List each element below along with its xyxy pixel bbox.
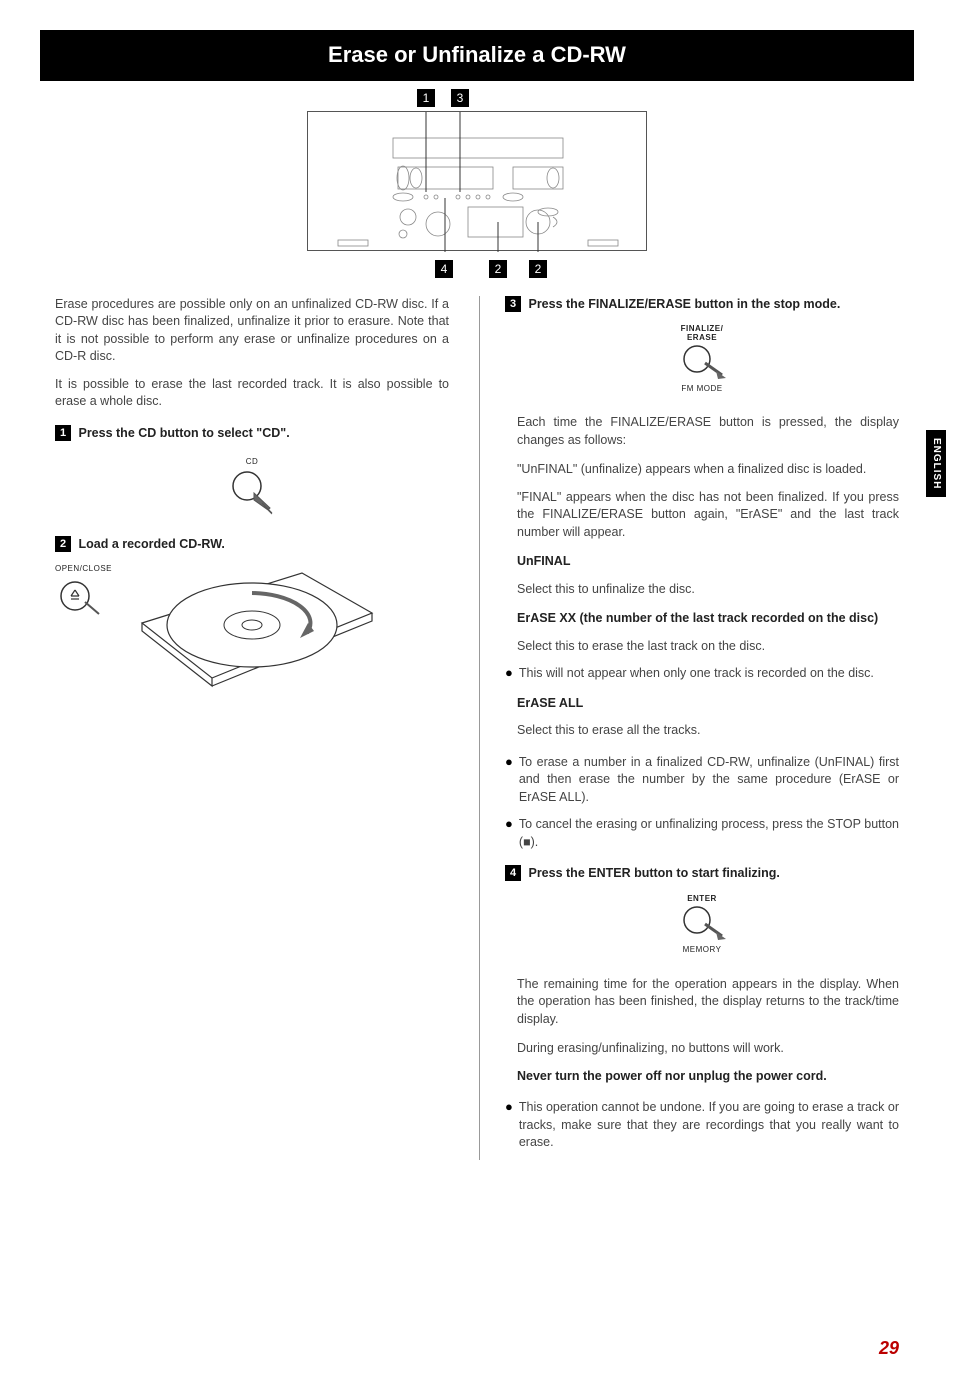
eraseall-desc: Select this to erase all the tracks.: [517, 722, 899, 740]
eject-button-icon: [55, 574, 105, 624]
eraseall-title: ErASE ALL: [517, 695, 899, 713]
step3-illus: FINALIZE/ ERASE FM MODE: [505, 323, 899, 396]
step4-p2: During erasing/unfinalizing, no buttons …: [517, 1040, 899, 1058]
left-column: Erase procedures are possible only on an…: [55, 296, 449, 1160]
finalize-button-icon: [672, 343, 732, 383]
enter-button-icon: [672, 904, 732, 944]
unfinal-desc: Select this to unfinalize the disc.: [517, 581, 899, 599]
step2-num: 2: [55, 536, 71, 552]
cd-button-icon: [222, 468, 282, 518]
disc-tray-icon: [122, 563, 382, 723]
step3-bullet1: To erase a number in a finalized CD-RW, …: [519, 754, 899, 807]
callout-3: 3: [451, 89, 469, 107]
erasexx-bullet: This will not appear when only one track…: [519, 665, 874, 683]
step3-title: Press the FINALIZE/ERASE button in the s…: [528, 297, 840, 311]
device-front-panel: [308, 112, 648, 252]
step4-bullet: This operation cannot be undone. If you …: [519, 1099, 899, 1152]
step2-illus: OPEN/CLOSE: [55, 563, 449, 723]
erasexx-desc: Select this to erase the last track on t…: [517, 638, 899, 656]
erasexx-title: ErASE XX (the number of the last track r…: [517, 610, 899, 628]
bullet-icon: ●: [505, 665, 513, 683]
step1-num: 1: [55, 425, 71, 441]
step2-title: Load a recorded CD-RW.: [78, 537, 224, 551]
step4-warn: Never turn the power off nor unplug the …: [517, 1068, 899, 1086]
step3-bullet2: To cancel the erasing or unfinalizing pr…: [519, 816, 899, 851]
step4-num: 4: [505, 865, 521, 881]
unfinal-title: UnFINAL: [517, 553, 899, 571]
step3-p2: "UnFINAL" (unfinalize) appears when a fi…: [517, 461, 899, 479]
bullet-icon: ●: [505, 816, 513, 851]
bullet-icon: ●: [505, 754, 513, 807]
page-title: Erase or Unfinalize a CD-RW: [40, 30, 914, 81]
intro-p2: It is possible to erase the last recorde…: [55, 376, 449, 411]
callout-2b: 2: [529, 260, 547, 278]
cd-label: CD: [222, 456, 282, 467]
step3-num: 3: [505, 296, 521, 312]
step4-illus: ENTER MEMORY: [505, 893, 899, 958]
step1-title: Press the CD button to select "CD".: [78, 426, 289, 440]
step3-p1: Each time the FINALIZE/ERASE button is p…: [517, 414, 899, 449]
page-number: 29: [879, 1336, 899, 1361]
device-diagram: 1 3: [0, 111, 954, 256]
memory-label: MEMORY: [672, 944, 732, 955]
callout-1: 1: [417, 89, 435, 107]
language-tab: ENGLISH: [926, 430, 946, 497]
open-close-label: OPEN/CLOSE: [55, 563, 112, 574]
right-column: 3 Press the FINALIZE/ERASE button in the…: [479, 296, 899, 1160]
step3-p3: "FINAL" appears when the disc has not be…: [517, 489, 899, 542]
fm-mode-label: FM MODE: [672, 383, 732, 394]
enter-label-top: ENTER: [672, 893, 732, 904]
step1-illus: CD: [55, 452, 449, 517]
callout-4: 4: [435, 260, 453, 278]
step4-title: Press the ENTER button to start finalizi…: [528, 866, 779, 880]
bullet-icon: ●: [505, 1099, 513, 1152]
intro-p1: Erase procedures are possible only on an…: [55, 296, 449, 366]
callout-2a: 2: [489, 260, 507, 278]
step4-p1: The remaining time for the operation app…: [517, 976, 899, 1029]
